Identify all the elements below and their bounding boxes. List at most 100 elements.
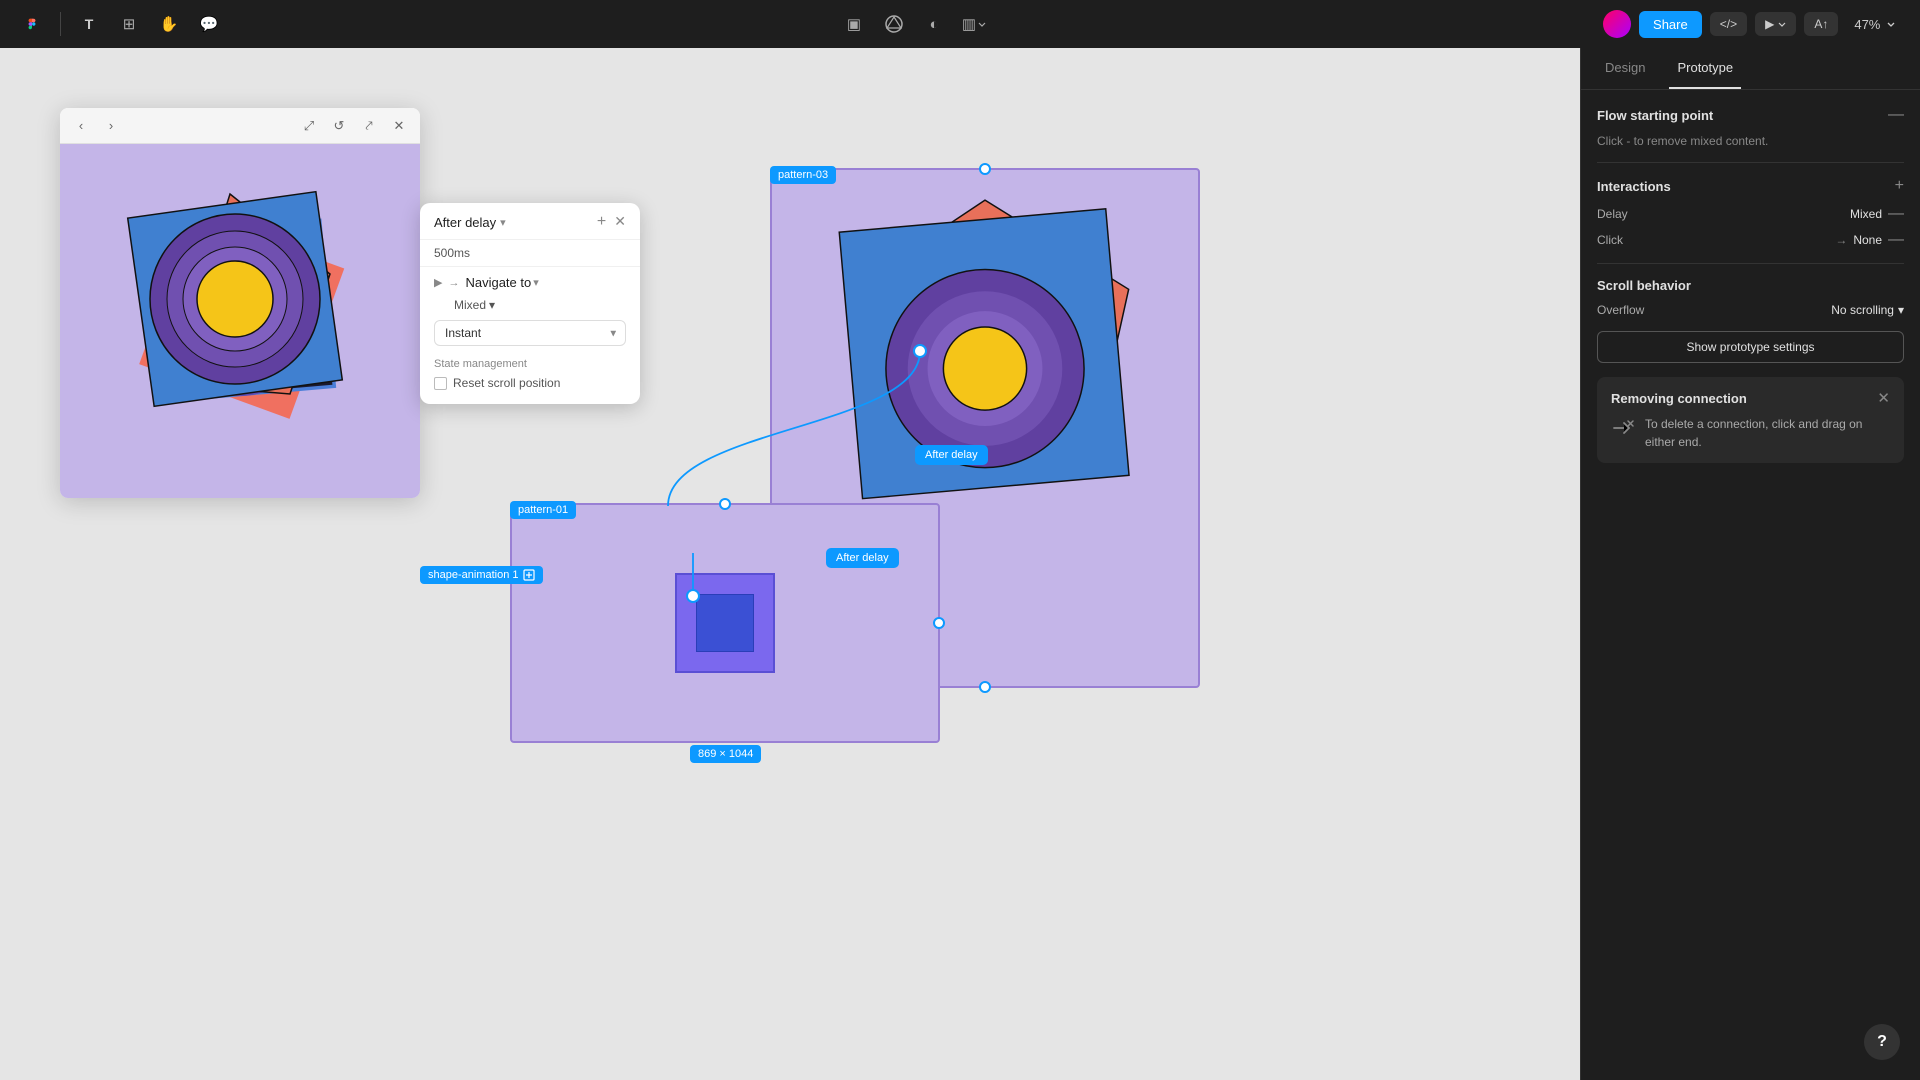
figma-logo[interactable] — [16, 8, 48, 40]
component-preview-panel: ‹ › ⤢ ↺ ⤤ ✕ — [60, 108, 420, 498]
collapse-arrow[interactable]: ▶ — [434, 276, 442, 289]
click-right: → None — — [1835, 231, 1904, 249]
interactions-section-header: Interactions + — [1597, 177, 1904, 195]
popup-delay-value[interactable]: 500ms — [420, 240, 640, 267]
popup-title-chevron[interactable]: ▾ — [500, 216, 506, 229]
show-prototype-settings-btn[interactable]: Show prototype settings — [1597, 331, 1904, 363]
refresh-btn[interactable]: ↺ — [328, 115, 350, 137]
text-tool-btn[interactable]: T — [73, 8, 105, 40]
accessibility-btn[interactable]: A↑ — [1804, 12, 1838, 36]
flow-subtitle: Click - to remove mixed content. — [1597, 134, 1904, 148]
comment-tool-btn[interactable]: 💬 — [193, 8, 225, 40]
state-mgmt-label: State management — [420, 350, 640, 374]
theme-icon[interactable]: ◐ — [918, 8, 950, 40]
divider-1 — [1597, 162, 1904, 163]
nav-back-btn[interactable]: ‹ — [70, 115, 92, 137]
layout-icon[interactable]: ▥ — [958, 8, 990, 40]
removing-body: To delete a connection, click and drag o… — [1611, 415, 1890, 451]
frame-01[interactable] — [510, 503, 940, 743]
popup-close-btn[interactable]: ✕ — [614, 213, 626, 231]
removing-close-btn[interactable]: ✕ — [1877, 389, 1890, 407]
toolbar-right: Share </> ▶ A↑ 47% — [1603, 10, 1904, 38]
close-panel-btn[interactable]: ✕ — [388, 115, 410, 137]
removing-title: Removing connection — [1611, 391, 1747, 406]
zoom-level[interactable]: 47% — [1846, 13, 1904, 36]
popup-header: After delay ▾ + ✕ — [420, 203, 640, 240]
frame-tool-btn[interactable]: ⊞ — [113, 8, 145, 40]
nav-chevron[interactable]: ▾ — [533, 276, 539, 289]
click-minus[interactable]: — — [1888, 231, 1904, 249]
share-button[interactable]: Share — [1639, 11, 1702, 38]
external-btn[interactable]: ⤤ — [358, 115, 380, 137]
toolbar: T ⊞ ✋ 💬 ▣ ◐ ▥ Share </> ▶ A↑ 47% — [0, 0, 1920, 48]
panel-content: Flow starting point — Click - to remove … — [1581, 90, 1920, 1080]
reset-scroll-label: Reset scroll position — [453, 376, 560, 390]
after-delay-btn-2[interactable]: After delay — [826, 548, 899, 568]
assets-icon[interactable]: ▣ — [838, 8, 870, 40]
nav-arrow-icon: → — [448, 277, 459, 289]
separator-1 — [60, 12, 61, 36]
interactions-title: Interactions — [1597, 179, 1671, 194]
popup-add-btn[interactable]: + — [597, 213, 606, 231]
code-btn[interactable]: </> — [1710, 12, 1747, 36]
blue-square-outer — [675, 573, 775, 673]
popup-title: After delay ▾ — [434, 215, 506, 230]
preview-content — [60, 144, 420, 498]
delay-value: Mixed — [1850, 207, 1882, 221]
scroll-title: Scroll behavior — [1597, 278, 1691, 293]
community-icon[interactable] — [878, 8, 910, 40]
overflow-chevron: ▾ — [1898, 303, 1904, 317]
hand-tool-btn[interactable]: ✋ — [153, 8, 185, 40]
removing-header: Removing connection ✕ — [1611, 389, 1890, 407]
size-badge: 869 × 1044 — [690, 745, 761, 763]
interaction-delay-row: Delay Mixed — — [1597, 205, 1904, 223]
user-avatar[interactable] — [1603, 10, 1631, 38]
mixed-btn[interactable]: Mixed ▾ — [454, 298, 495, 312]
divider-2 — [1597, 263, 1904, 264]
scroll-behavior-row: Overflow No scrolling ▾ — [1597, 303, 1904, 317]
fullscreen-btn[interactable]: ⤢ — [298, 115, 320, 137]
navigate-to-label: Navigate to ▾ — [465, 275, 538, 290]
delay-minus[interactable]: — — [1888, 205, 1904, 223]
scroll-section-header: Scroll behavior — [1597, 278, 1904, 293]
delay-right: Mixed — — [1850, 205, 1904, 223]
shape-animation-label[interactable]: shape-animation 1 — [420, 566, 543, 584]
prototype-interaction-popup: After delay ▾ + ✕ 500ms ▶ → Navigate to … — [420, 203, 640, 404]
popup-nav-row: ▶ → Navigate to ▾ — [420, 267, 640, 294]
overflow-value[interactable]: No scrolling ▾ — [1831, 303, 1904, 317]
frame-03-label: pattern-03 — [770, 166, 836, 184]
canvas-area: ‹ › ⤢ ↺ ⤤ ✕ — [0, 48, 1580, 1080]
conn-dot-bottom[interactable] — [979, 681, 991, 693]
flow-collapse-icon[interactable]: — — [1888, 106, 1904, 124]
reset-scroll-checkbox[interactable] — [434, 377, 447, 390]
after-delay-btn-1[interactable]: After delay — [915, 445, 988, 465]
conn-dot-f01-right[interactable] — [933, 617, 945, 629]
interactions-add-icon[interactable]: + — [1895, 177, 1904, 195]
frame-01-label: pattern-01 — [510, 501, 576, 519]
reset-scroll-row: Reset scroll position — [420, 374, 640, 392]
blue-square-inner — [696, 594, 754, 652]
removing-text: To delete a connection, click and drag o… — [1645, 415, 1890, 451]
help-button[interactable]: ? — [1864, 1024, 1900, 1060]
preview-artwork — [90, 154, 390, 484]
click-value: None — [1853, 233, 1882, 247]
tab-design[interactable]: Design — [1597, 48, 1653, 89]
flow-section-title: Flow starting point — [1597, 108, 1713, 123]
removing-icon — [1611, 416, 1635, 445]
overflow-label: Overflow — [1597, 303, 1644, 317]
mixed-row: Mixed ▾ — [420, 294, 640, 316]
play-btn[interactable]: ▶ — [1755, 12, 1796, 36]
conn-dot-f01-top[interactable] — [719, 498, 731, 510]
nav-fwd-btn[interactable]: › — [100, 115, 122, 137]
removing-connection-panel: Removing connection ✕ To delete a connec… — [1597, 377, 1904, 463]
delay-label: Delay — [1597, 207, 1657, 221]
instant-row: Instant Dissolve Smart animate Move in M… — [420, 316, 640, 350]
conn-dot-top[interactable] — [979, 163, 991, 175]
popup-actions: + ✕ — [597, 213, 626, 231]
tab-prototype[interactable]: Prototype — [1669, 48, 1741, 89]
click-label: Click — [1597, 233, 1657, 247]
click-arrow-icon: → — [1835, 233, 1847, 247]
instant-select[interactable]: Instant Dissolve Smart animate Move in M… — [434, 320, 626, 346]
interaction-click-row: Click → None — — [1597, 231, 1904, 249]
right-panel: Design Prototype Flow starting point — C… — [1580, 48, 1920, 1080]
